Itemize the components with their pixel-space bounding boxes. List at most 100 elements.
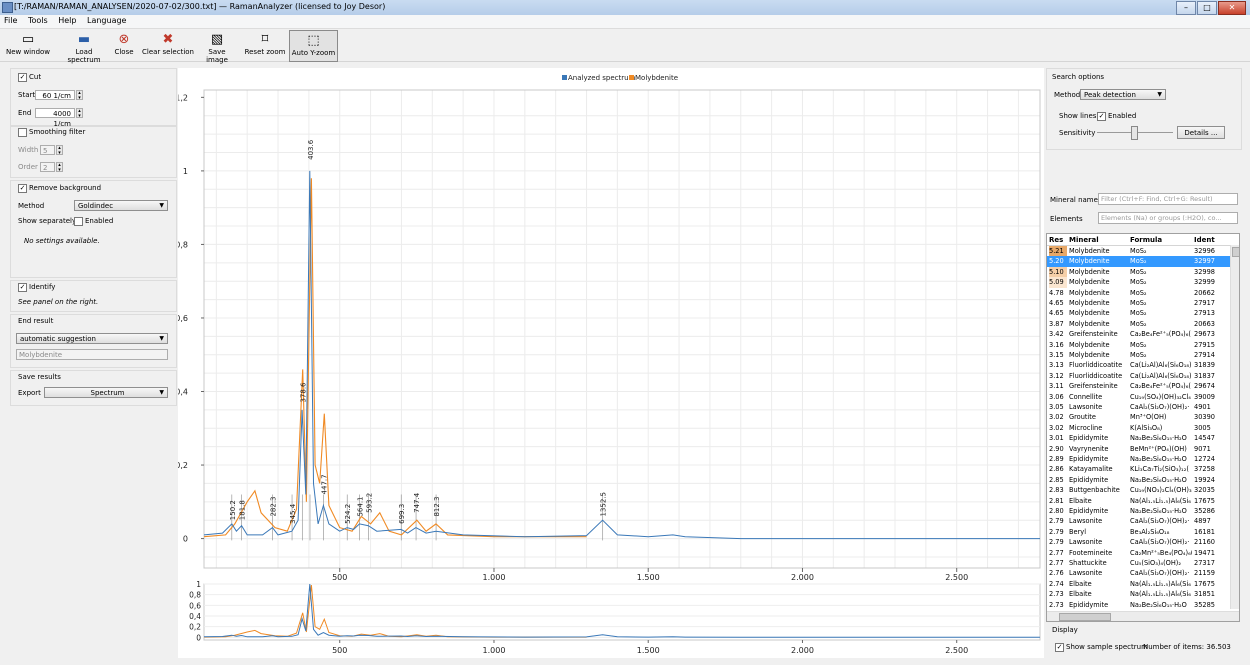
row-ident: 17675 [1194, 579, 1215, 588]
show-sample-checkbox[interactable]: ✓ [1055, 643, 1064, 652]
new-window-button[interactable]: ▭ New window [4, 30, 52, 60]
table-row[interactable]: 4.65 Molybdenite MoS₂ 27917 [1047, 298, 1230, 308]
chevron-down-icon: ▼ [1157, 91, 1162, 98]
search-method-select[interactable]: Peak detection ▼ [1080, 89, 1166, 100]
table-row[interactable]: 2.90 Vayrynenite BeMn²⁺(PO₄)(OH) 9071 [1047, 444, 1230, 454]
table-row[interactable]: 3.11 Greifensteinite Ca₂Be₄Fe²⁺₅(PO₄)₆(296… [1047, 381, 1230, 391]
row-ident: 16181 [1194, 527, 1215, 536]
hscroll-thumb[interactable] [1059, 613, 1111, 621]
show-lines-checkbox[interactable]: ✓ [1097, 112, 1106, 121]
overview-frame [203, 583, 1041, 641]
minimize-icon[interactable]: – [1176, 1, 1196, 15]
table-row[interactable]: 2.74 Elbaite Na(Al₁.₅Li₁.₅)Al₆(Si₆ 17675 [1047, 579, 1230, 589]
end-spinner[interactable]: ▴ ▾ [76, 108, 83, 119]
table-row[interactable]: 2.79 Beryl Be₃Al₂Si₆O₁₈ 16181 [1047, 527, 1230, 537]
export-select[interactable]: Spectrum ▼ [44, 387, 168, 398]
table-row[interactable]: 2.79 Lawsonite CaAl₂(Si₂O₇)(OH)₂· 21160 [1047, 537, 1230, 547]
table-row[interactable]: 3.06 Connellite Cu₁₉(SO₄)(OH)₃₂Cl₄ 39009 [1047, 392, 1230, 402]
col-mineral[interactable]: Mineral [1069, 236, 1099, 244]
table-row[interactable]: 2.79 Lawsonite CaAl₂(Si₂O₇)(OH)₂· 4897 [1047, 516, 1230, 526]
row-formula: Na₂Be₂Si₆O₁₅·H₂O [1130, 475, 1187, 484]
overview-x-tick-label: 1.000 [483, 646, 506, 655]
row-mineral: Buttgenbachite [1069, 486, 1120, 495]
table-row[interactable]: 3.16 Molybdenite MoS₂ 27915 [1047, 340, 1230, 350]
row-formula: MoS₂ [1130, 288, 1147, 297]
auto-zoom-icon: ⬚ [307, 33, 320, 48]
y-tick-label: 0,6 [178, 314, 188, 323]
end-result-select[interactable]: automatic suggestion ▼ [16, 333, 168, 344]
elements-filter-input[interactable]: Elements (Na) or groups (:H2O), co... [1098, 212, 1238, 224]
end-input[interactable]: 4000 1/cm [35, 108, 75, 128]
table-row[interactable]: 4.78 Molybdenite MoS₂ 20662 [1047, 288, 1230, 298]
table-row[interactable]: 3.01 Epididymite Na₂Be₂Si₆O₁₅·H₂O 14547 [1047, 433, 1230, 443]
smoothing-checkbox[interactable] [18, 128, 27, 137]
menu-tools[interactable]: Tools [24, 15, 52, 26]
table-row[interactable]: 2.77 Footemineite Ca₂Mn²⁺₅Be₄(PO₄)₆(19471 [1047, 548, 1230, 558]
table-row[interactable]: 3.13 Fluorliddicoatite Ca(Li₂Al)Al₆(Si₆O₁₈… [1047, 360, 1230, 370]
order-spinner[interactable]: ▴ ▾ [56, 162, 63, 173]
start-input[interactable]: 60 1/cm [35, 90, 75, 100]
clear-selection-button[interactable]: ✖ Clear selection [141, 30, 195, 60]
cut-checkbox[interactable]: ✓ [18, 73, 27, 82]
spectrum-chart[interactable]: 00,20,40,60,811,25001.0001.5002.0002.500… [175, 68, 1044, 658]
sensitivity-slider-handle[interactable] [1131, 126, 1138, 140]
mineral-filter-input[interactable]: Filter (Ctrl+F: Find, Ctrl+G: Result) [1098, 193, 1238, 205]
table-row[interactable]: 2.89 Epididymite Na₂Be₂Si₆O₁₅·H₂O 12724 [1047, 454, 1230, 464]
table-row[interactable]: 5.21 Molybdenite MoS₂ 32996 [1047, 246, 1230, 257]
remove-background-checkbox[interactable]: ✓ [18, 184, 27, 193]
y-tick-label: 0,8 [178, 240, 188, 249]
results-table[interactable]: Res Mineral Formula Ident 5.21 Molybdenit… [1046, 233, 1240, 622]
table-row[interactable]: 3.12 Fluorliddicoatite Ca(Li₂Al)Al₆(Si₆O₁₈… [1047, 371, 1230, 381]
table-row[interactable]: 2.83 Buttgenbachite Cu₁₉(NO₃)₂Cl₄(OH)₃ 3203… [1047, 485, 1230, 495]
table-row[interactable]: 3.02 Microcline K(AlSi₃O₈) 3005 [1047, 423, 1230, 433]
table-row[interactable]: 3.02 Groutite Mn³⁺O(OH) 30390 [1047, 412, 1230, 422]
order-input[interactable]: 2 [40, 162, 55, 172]
horizontal-scrollbar[interactable] [1047, 611, 1239, 621]
table-row[interactable]: 5.09 Molybdenite MoS₂ 32999 [1047, 277, 1230, 288]
save-image-button[interactable]: ▧ Save image [197, 30, 237, 64]
table-row[interactable]: 5.20 Molybdenite MoS₂ 32997 [1047, 256, 1230, 267]
auto-y-zoom-button[interactable]: ⬚ Auto Y-zoom [289, 30, 338, 62]
col-formula[interactable]: Formula [1130, 236, 1162, 244]
table-row[interactable]: 2.77 Shattuckite Cu₅(SiO₃)₄(OH)₂ 27317 [1047, 558, 1230, 568]
table-row[interactable]: 3.87 Molybdenite MoS₂ 20663 [1047, 319, 1230, 329]
vertical-scrollbar[interactable] [1230, 245, 1239, 609]
table-header: Res Mineral Formula Ident [1047, 234, 1239, 246]
table-row[interactable]: 2.73 Elbaite Na(Al₁.₅Li₁.₅)Al₆(Si₆ 31851 [1047, 589, 1230, 599]
details-button[interactable]: Details ... [1177, 126, 1225, 139]
table-row[interactable]: 3.15 Molybdenite MoS₂ 27914 [1047, 350, 1230, 360]
row-res: 2.83 [1049, 486, 1064, 495]
load-spectrum-button[interactable]: ▬ Load spectrum [58, 30, 110, 64]
bg-method-select[interactable]: Goldindec ▼ [74, 200, 168, 211]
table-row[interactable]: 5.10 Molybdenite MoS₂ 32998 [1047, 266, 1230, 278]
row-ident: 19471 [1194, 548, 1215, 557]
identify-checkbox[interactable]: ✓ [18, 283, 27, 292]
width-spinner[interactable]: ▴ ▾ [56, 145, 63, 156]
row-mineral: Molybdenite [1069, 257, 1110, 266]
table-row[interactable]: 4.65 Molybdenite MoS₂ 27913 [1047, 308, 1230, 318]
table-row[interactable]: 2.76 Lawsonite CaAl₂(Si₂O₇)(OH)₂· 21159 [1047, 568, 1230, 578]
width-input[interactable]: 5 [40, 145, 55, 155]
maximize-icon[interactable]: □ [1197, 1, 1217, 15]
table-row[interactable]: 2.80 Epididymite Na₂Be₂Si₆O₁₅·H₂O 35286 [1047, 506, 1230, 516]
plot-area[interactable]: 00,20,40,60,811,25001.0001.5002.0002.500… [175, 68, 1044, 658]
show-separately-checkbox[interactable] [74, 217, 83, 226]
table-row[interactable]: 2.86 Katayamalite KLi₃Ca₇Ti₂(SiO₃)₁₂(37258 [1047, 464, 1230, 474]
table-row[interactable]: 2.81 Elbaite Na(Al₁.₅Li₁.₅)Al₆(Si₆ 17675 [1047, 496, 1230, 506]
menu-file[interactable]: File [0, 15, 21, 26]
reset-zoom-button[interactable]: ⌑ Reset zoom [243, 30, 287, 60]
table-row[interactable]: 2.85 Epididymite Na₂Be₂Si₆O₁₅·H₂O 19924 [1047, 475, 1230, 485]
menu-help[interactable]: Help [54, 15, 80, 26]
table-row[interactable]: 3.05 Lawsonite CaAl₂(Si₂O₇)(OH)₂· 4901 [1047, 402, 1230, 412]
menu-language[interactable]: Language [83, 15, 130, 26]
row-mineral: Lawsonite [1069, 569, 1103, 578]
close-button[interactable]: ⊗ Close [113, 30, 135, 60]
scroll-thumb[interactable] [1232, 247, 1239, 257]
table-row[interactable]: 2.73 Epididymite Na₂Be₂Si₆O₁₅·H₂O 35285 [1047, 600, 1230, 610]
col-res[interactable]: Res [1049, 236, 1063, 244]
col-ident[interactable]: Ident [1194, 236, 1215, 244]
row-mineral: Molybdenite [1069, 351, 1110, 359]
table-row[interactable]: 3.42 Greifensteinite Ca₂Be₄Fe²⁺₅(PO₄)₆(296… [1047, 329, 1230, 339]
close-window-icon[interactable]: ✕ [1218, 1, 1246, 15]
start-spinner[interactable]: ▴ ▾ [76, 90, 83, 101]
